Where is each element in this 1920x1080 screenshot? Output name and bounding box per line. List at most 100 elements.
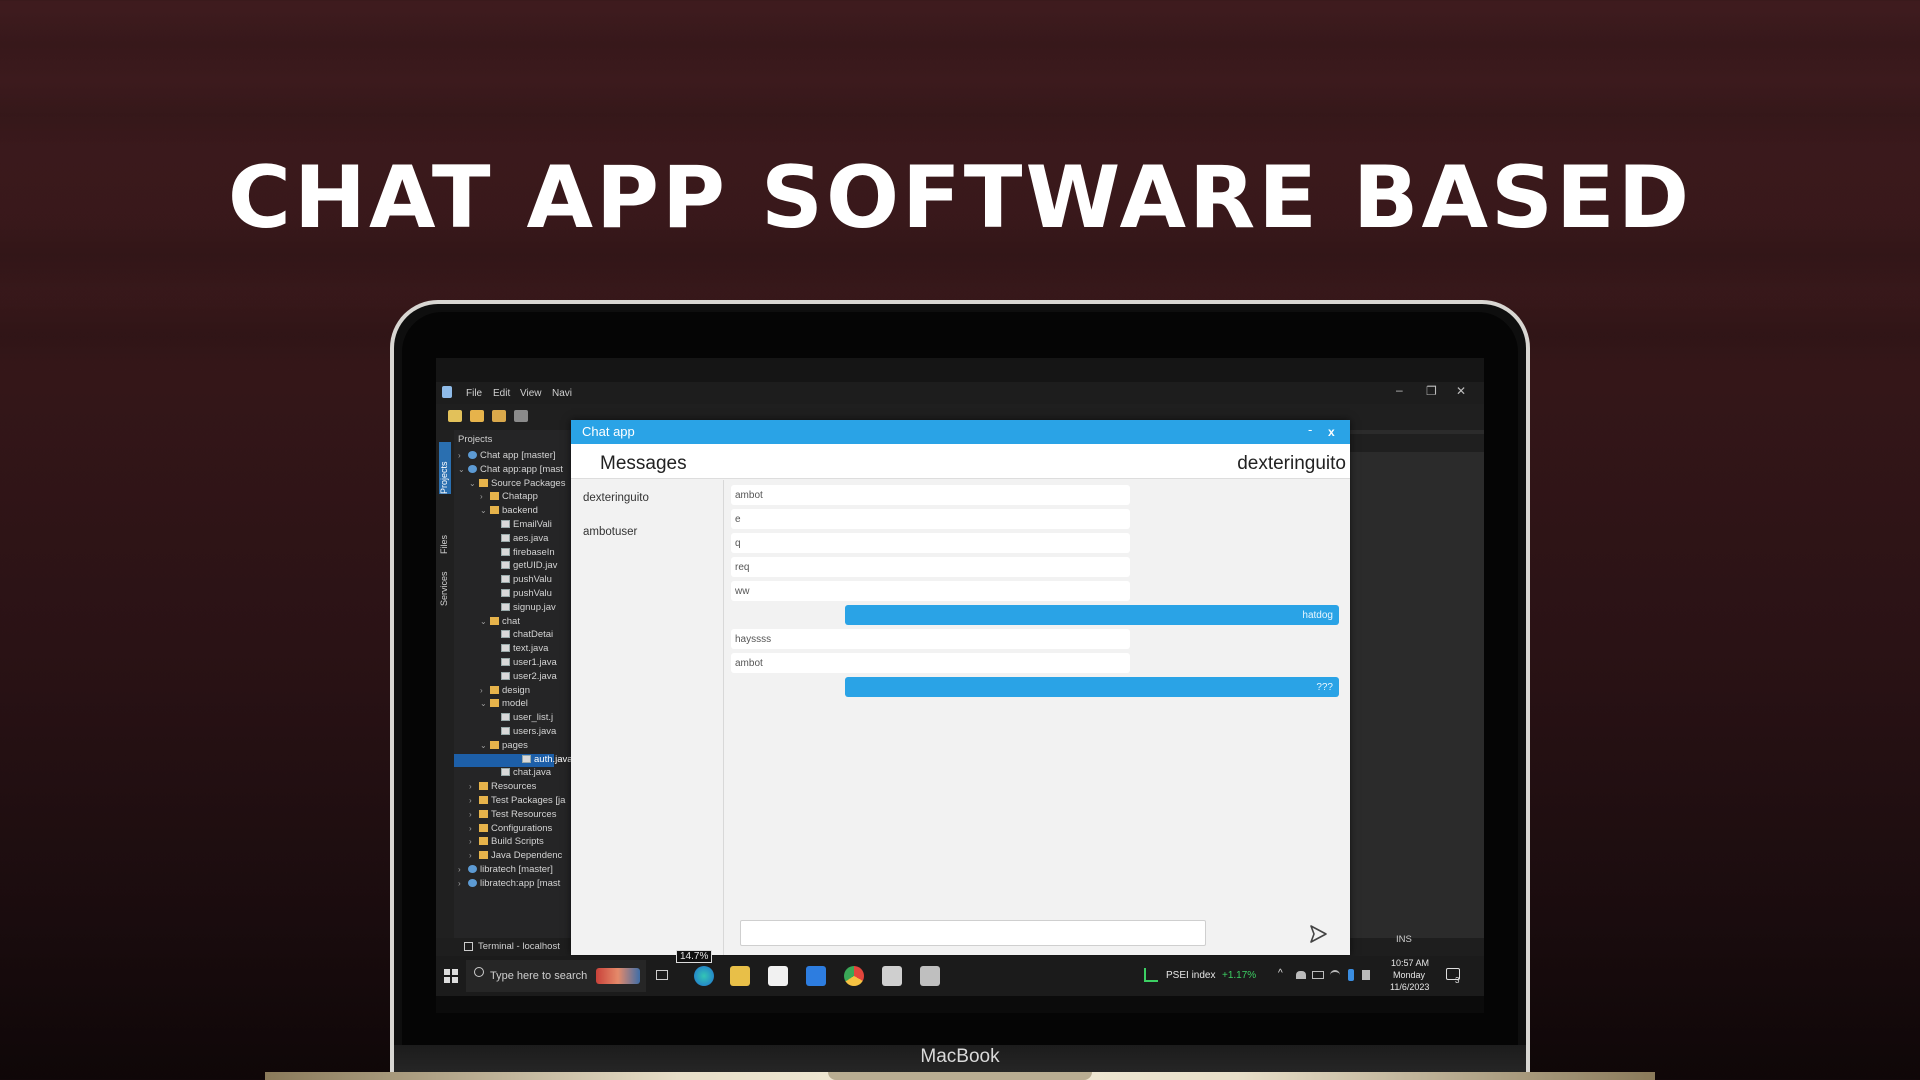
- chevron-right-icon[interactable]: ›: [469, 824, 479, 833]
- tree-item[interactable]: chat.java: [491, 767, 551, 780]
- chat-close-button[interactable]: x: [1328, 425, 1335, 439]
- menu-view[interactable]: View: [520, 388, 542, 399]
- stock-label[interactable]: PSEI index: [1166, 970, 1215, 981]
- java-file-icon: [501, 561, 510, 570]
- tray-chevron-icon[interactable]: ^: [1278, 968, 1283, 979]
- chat-minimize-button[interactable]: -: [1308, 422, 1312, 437]
- open-project-icon[interactable]: [492, 410, 506, 422]
- tree-item[interactable]: › libratech [master]: [458, 864, 553, 877]
- tree-item[interactable]: text.java: [491, 643, 548, 656]
- tree-item[interactable]: › Chatapp: [480, 491, 538, 504]
- chrome-icon[interactable]: [844, 966, 864, 986]
- tray-battery-icon[interactable]: [1312, 971, 1324, 979]
- tree-item[interactable]: › Chat app [master]: [458, 450, 556, 463]
- side-tab-projects[interactable]: Projects: [439, 442, 451, 494]
- tree-item[interactable]: ⌄ chat: [480, 616, 520, 629]
- user-list-item[interactable]: dexteringuito: [583, 492, 649, 504]
- tree-item[interactable]: user2.java: [491, 671, 557, 684]
- tray-volume-icon[interactable]: [1362, 970, 1370, 980]
- terminal-icon[interactable]: [464, 942, 473, 951]
- java-file-icon: [501, 768, 510, 777]
- tree-item[interactable]: ⌄ pages: [480, 740, 528, 753]
- chevron-right-icon[interactable]: ›: [469, 782, 479, 791]
- tree-item[interactable]: ⌄ Chat app:app [mast: [458, 464, 563, 477]
- side-tab-files[interactable]: Files: [439, 526, 451, 554]
- tray-network-icon[interactable]: [1296, 971, 1306, 979]
- tree-item[interactable]: aes.java: [491, 533, 548, 546]
- store-icon[interactable]: [768, 966, 788, 986]
- mail-icon[interactable]: [806, 966, 826, 986]
- projects-title: Projects: [458, 434, 493, 445]
- chevron-down-icon[interactable]: ⌄: [469, 479, 479, 488]
- task-view-icon[interactable]: [656, 970, 668, 980]
- edge-browser-icon[interactable]: [694, 966, 714, 986]
- new-file-icon[interactable]: [470, 410, 484, 422]
- new-project-icon[interactable]: [448, 410, 462, 422]
- user-list-item[interactable]: ambotuser: [583, 526, 637, 538]
- tree-item[interactable]: pushValu: [491, 574, 552, 587]
- tree-item[interactable]: › Test Resources: [469, 809, 556, 822]
- tree-item[interactable]: › Configurations: [469, 823, 552, 836]
- chevron-down-icon[interactable]: ⌄: [480, 699, 490, 708]
- tree-item[interactable]: user1.java: [491, 657, 557, 670]
- ide-minimize-icon[interactable]: –: [1396, 383, 1403, 397]
- menu-navigate[interactable]: Navi: [552, 388, 572, 399]
- terminal-label[interactable]: Terminal - localhost: [478, 941, 560, 952]
- ide-close-icon[interactable]: ✕: [1456, 384, 1466, 398]
- chevron-right-icon[interactable]: ›: [458, 879, 468, 888]
- tree-item[interactable]: › Java Dependenc: [469, 850, 562, 863]
- tree-item[interactable]: › Build Scripts: [469, 836, 544, 849]
- menu-file[interactable]: File: [466, 388, 482, 399]
- tree-item[interactable]: › Test Packages [ja: [469, 795, 565, 808]
- tree-item[interactable]: getUID.jav: [491, 560, 557, 573]
- file-explorer-icon[interactable]: [730, 966, 750, 986]
- netbeans-icon[interactable]: [882, 966, 902, 986]
- tree-item[interactable]: › libratech:app [mast: [458, 878, 560, 891]
- menu-edit[interactable]: Edit: [493, 388, 510, 399]
- chevron-down-icon[interactable]: ⌄: [458, 465, 468, 474]
- folder-icon: [479, 796, 488, 804]
- taskbar-search[interactable]: Type here to search: [466, 960, 646, 992]
- tree-item[interactable]: pushValu: [491, 588, 552, 601]
- chevron-down-icon[interactable]: ⌄: [480, 741, 490, 750]
- tree-item[interactable]: › design: [480, 685, 530, 698]
- chevron-right-icon[interactable]: ›: [469, 837, 479, 846]
- ide-maximize-icon[interactable]: ❐: [1426, 384, 1437, 398]
- clock-day[interactable]: Monday: [1393, 970, 1425, 980]
- tree-item[interactable]: firebaseIn: [491, 547, 555, 560]
- tree-item-label: user1.java: [513, 657, 557, 668]
- save-all-icon[interactable]: [514, 410, 528, 422]
- tree-item[interactable]: ⌄ backend: [480, 505, 538, 518]
- clock-date[interactable]: 11/6/2023: [1390, 982, 1429, 992]
- chevron-down-icon[interactable]: ⌄: [480, 617, 490, 626]
- chevron-right-icon[interactable]: ›: [469, 851, 479, 860]
- chevron-right-icon[interactable]: ›: [469, 810, 479, 819]
- windows-start-icon[interactable]: [444, 969, 458, 983]
- tree-item[interactable]: auth.java: [454, 753, 573, 767]
- clock-time[interactable]: 10:57 AM: [1391, 958, 1429, 968]
- chevron-right-icon[interactable]: ›: [458, 451, 468, 460]
- chat-titlebar[interactable]: Chat app - x: [571, 420, 1350, 444]
- tree-item[interactable]: › Resources: [469, 781, 536, 794]
- tree-item[interactable]: chatDetai: [491, 629, 553, 642]
- tree-item[interactable]: users.java: [491, 726, 556, 739]
- java-app-icon[interactable]: [920, 966, 940, 986]
- laptop-screen: File Edit View Navi – ❐ ✕ Projects Files…: [436, 358, 1484, 1013]
- tray-bluetooth-icon[interactable]: [1348, 969, 1354, 981]
- tray-wifi-icon[interactable]: [1330, 970, 1340, 980]
- send-icon[interactable]: [1308, 924, 1328, 944]
- chevron-right-icon[interactable]: ›: [480, 686, 490, 695]
- chevron-right-icon[interactable]: ›: [469, 796, 479, 805]
- message-input[interactable]: [740, 920, 1206, 946]
- tree-item[interactable]: user_list.j: [491, 712, 553, 725]
- tree-item[interactable]: ⌄ Source Packages: [469, 478, 565, 491]
- tree-item-label: Chat app [master]: [480, 450, 556, 461]
- tree-item[interactable]: EmailVali: [491, 519, 552, 532]
- editor-tab-bar: [1343, 434, 1484, 452]
- tree-item[interactable]: ⌄ model: [480, 698, 528, 711]
- side-tab-services[interactable]: Services: [439, 560, 451, 606]
- chevron-right-icon[interactable]: ›: [458, 865, 468, 874]
- tree-item[interactable]: signup.jav: [491, 602, 556, 615]
- chevron-down-icon[interactable]: ⌄: [480, 506, 490, 515]
- chevron-right-icon[interactable]: ›: [480, 492, 490, 501]
